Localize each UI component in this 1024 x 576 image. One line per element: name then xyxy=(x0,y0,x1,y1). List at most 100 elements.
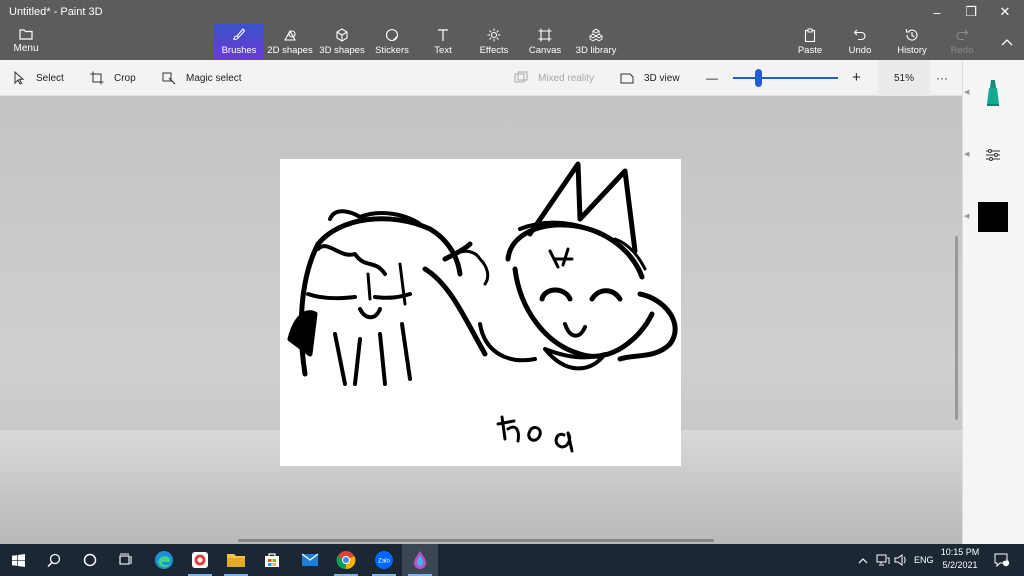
tab-label: Effects xyxy=(479,45,509,56)
redo-label: Redo xyxy=(950,45,974,56)
chevron-up-icon xyxy=(858,557,868,563)
drawing-canvas[interactable] xyxy=(280,159,681,466)
volume-button[interactable] xyxy=(894,544,908,576)
task-view-button[interactable] xyxy=(108,544,144,576)
canvas-drawing xyxy=(287,161,678,453)
brush-settings-button[interactable] xyxy=(962,124,1024,186)
zoom-slider-track[interactable] xyxy=(733,77,838,79)
store-icon xyxy=(265,553,279,567)
3d-shapes-icon xyxy=(336,28,348,42)
cursor-icon xyxy=(14,71,25,85)
brush-icon xyxy=(233,28,246,41)
adjustments-icon xyxy=(986,149,1000,161)
zalo-icon: Zalo xyxy=(375,551,393,569)
taskbar-store[interactable] xyxy=(254,544,290,576)
start-button[interactable] xyxy=(0,544,36,576)
volume-icon xyxy=(894,554,906,566)
maximize-button[interactable]: ❐ xyxy=(954,2,988,22)
select-button[interactable]: Select xyxy=(12,70,64,86)
search-button[interactable] xyxy=(36,544,72,576)
3d-library-icon xyxy=(589,28,603,42)
history-icon xyxy=(905,29,918,41)
zoom-slider-thumb[interactable] xyxy=(755,69,762,87)
undo-icon xyxy=(853,29,866,41)
clock-date: 5/2/2021 xyxy=(942,560,978,570)
tab-2d-shapes[interactable]: 2D shapes xyxy=(266,24,314,60)
current-color-swatch xyxy=(978,202,1008,232)
3d-view-label: 3D view xyxy=(644,72,680,84)
notification-count: 1 xyxy=(1003,556,1007,563)
tab-label: 3D library xyxy=(575,45,617,56)
cortana-button[interactable] xyxy=(72,544,108,576)
mixed-reality-button[interactable]: Mixed reality xyxy=(514,70,594,86)
menu-label: Menu xyxy=(13,43,39,54)
collapse-ribbon-button[interactable] xyxy=(990,32,1024,52)
search-icon xyxy=(47,553,61,567)
system-clock[interactable]: 10:15 PM 5/2/2021 xyxy=(934,546,986,572)
tab-3d-shapes[interactable]: 3D shapes xyxy=(318,24,366,60)
cortana-icon xyxy=(83,553,97,567)
minimize-button[interactable]: – xyxy=(920,2,954,22)
zoom-in-button[interactable]: + xyxy=(852,69,861,86)
taskbar-zalo[interactable]: Zalo xyxy=(366,544,402,576)
history-label: History xyxy=(897,45,927,56)
magic-select-button[interactable]: Magic select xyxy=(162,70,242,86)
taskbar-chrome[interactable] xyxy=(328,544,364,576)
color-picker-button[interactable] xyxy=(962,186,1024,248)
canvas-icon xyxy=(538,28,552,42)
taskbar-file-explorer[interactable] xyxy=(218,544,254,576)
marker-icon xyxy=(987,80,999,106)
crop-button[interactable]: Crop xyxy=(90,70,136,86)
mixed-reality-icon xyxy=(514,71,528,83)
notification-center-button[interactable]: 1 xyxy=(990,544,1014,576)
3d-view-button[interactable]: 3D view xyxy=(620,70,680,86)
zoom-out-button[interactable]: — xyxy=(706,70,718,86)
right-character-hat xyxy=(527,161,638,254)
paste-button[interactable]: Paste xyxy=(794,24,826,60)
magic-select-icon xyxy=(162,72,176,85)
undo-button[interactable]: Undo xyxy=(845,24,875,60)
windows-start-icon xyxy=(11,553,25,567)
zoom-percent[interactable]: 51% xyxy=(878,60,930,96)
crop-icon xyxy=(90,71,104,85)
crop-label: Crop xyxy=(114,72,136,84)
close-button[interactable]: ✕ xyxy=(988,2,1022,22)
tab-label: Brushes xyxy=(221,45,257,56)
window-title: Untitled* - Paint 3D xyxy=(9,6,103,18)
redo-icon xyxy=(956,29,969,41)
undo-label: Undo xyxy=(848,45,872,56)
task-view-icon xyxy=(119,553,132,565)
taskbar-edge[interactable] xyxy=(146,544,182,576)
tab-stickers[interactable]: Stickers xyxy=(370,24,414,60)
more-options-button[interactable]: ··· xyxy=(936,70,948,86)
tab-text[interactable]: Text xyxy=(426,24,460,60)
brush-tool-button[interactable] xyxy=(962,62,1024,124)
taskbar-mail[interactable] xyxy=(292,544,328,576)
tab-3d-library[interactable]: 3D library xyxy=(574,24,618,60)
chrome-alt-icon xyxy=(192,552,208,568)
tab-canvas[interactable]: Canvas xyxy=(526,24,564,60)
history-button[interactable]: History xyxy=(894,24,930,60)
tab-label: 2D shapes xyxy=(267,45,313,56)
tab-brushes[interactable]: Brushes xyxy=(214,24,264,60)
tab-label: Canvas xyxy=(528,45,562,56)
text-icon xyxy=(438,29,448,41)
taskbar-paint-3d[interactable] xyxy=(402,544,438,576)
file-explorer-icon xyxy=(227,554,245,567)
network-icon xyxy=(876,554,890,566)
vertical-scrollbar[interactable] xyxy=(955,236,958,420)
redo-button[interactable]: Redo xyxy=(948,24,976,60)
tab-label: Text xyxy=(434,45,452,56)
language-indicator[interactable]: ENG xyxy=(914,544,934,576)
tab-effects[interactable]: Effects xyxy=(474,24,514,60)
horizontal-scrollbar[interactable] xyxy=(238,539,714,542)
chrome-icon xyxy=(336,551,356,570)
network-button[interactable] xyxy=(876,544,890,576)
taskbar-chrome-alt[interactable] xyxy=(182,544,218,576)
menu-button[interactable]: Menu xyxy=(6,28,46,58)
show-hidden-icons-button[interactable] xyxy=(858,544,868,576)
clock-time: 10:15 PM xyxy=(940,547,980,557)
chevron-up-icon xyxy=(1001,39,1013,46)
tab-label: 3D shapes xyxy=(319,45,365,56)
folder-icon xyxy=(19,29,33,40)
